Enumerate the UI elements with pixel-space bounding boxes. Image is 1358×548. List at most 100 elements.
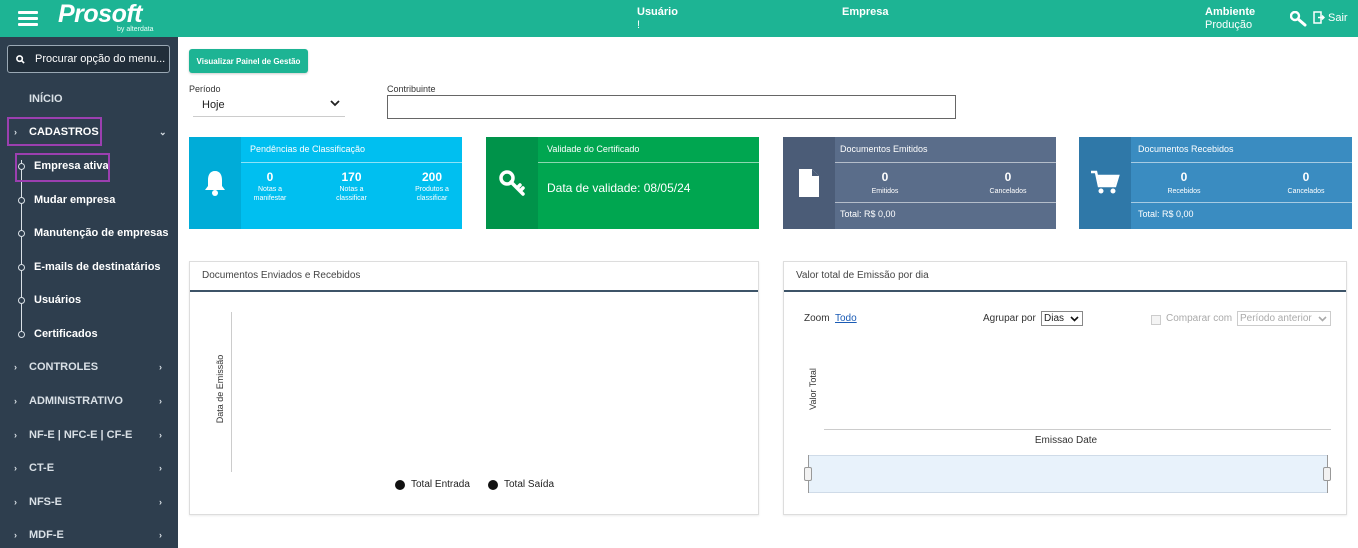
sidebar-subitem-label: Usuários (34, 294, 82, 306)
card-received-documents[interactable]: Documentos Recebidos 0 Recebidos 0 Cance… (1079, 137, 1352, 229)
chevron-right-icon: › (14, 530, 17, 540)
card-divider (1131, 162, 1352, 163)
sidebar-item-mdfe[interactable]: › MDF-E › (0, 525, 178, 545)
sidebar-subitem-label: E-mails de destinatários (34, 261, 161, 273)
compare-period-select[interactable]: Período anterior (1237, 311, 1331, 326)
legend-total-entrada[interactable]: Total Entrada (395, 479, 470, 490)
card-title: Validade do Certificado (547, 144, 640, 154)
group-by-value: Dias (1044, 313, 1065, 324)
cancelled-caption: Cancelados (989, 188, 1027, 195)
sidebar-item-nfse[interactable]: › NFS-E › (0, 492, 178, 512)
card-divider (538, 162, 759, 163)
sidebar: Procurar opção do menu... INÍCIO › CADAS… (0, 37, 178, 548)
group-by-select[interactable]: Dias (1041, 311, 1083, 326)
card-divider (835, 162, 1056, 163)
key-icon (499, 170, 525, 196)
issued-count: 0 (881, 170, 889, 184)
received-caption: Recebidos (1167, 188, 1201, 195)
legend-marker-icon (488, 479, 498, 490)
bullet-icon (18, 330, 25, 338)
card-divider (241, 162, 462, 163)
sidebar-item-inicio[interactable]: INÍCIO (0, 89, 178, 109)
zoom-label: Zoom (804, 313, 830, 324)
sidebar-item-label: INÍCIO (29, 93, 63, 105)
chevron-right-icon: › (159, 497, 162, 507)
sidebar-subitem-emails[interactable]: E-mails de destinatários (0, 257, 178, 277)
hamburger-menu-icon[interactable] (18, 11, 38, 26)
company-label: Empresa (842, 6, 889, 18)
daily-emission-chart-panel: Valor total de Emissão por dia Zoom Todo… (783, 261, 1347, 515)
logo-subtitle: by alterdata (117, 26, 154, 33)
sidebar-subitem-certificados[interactable]: Certificados (0, 324, 178, 344)
bullet-icon (18, 229, 25, 237)
top-bar: Prosoft by alterdata Usuário ! Empresa A… (0, 0, 1358, 37)
card-certificate-validity[interactable]: Validade do Certificado Data de validade… (486, 137, 759, 229)
notes-to-classify-count: 170 (341, 170, 362, 184)
view-dashboard-button[interactable]: Visualizar Painel de Gestão (189, 49, 308, 73)
bell-icon (205, 171, 225, 196)
logout-button[interactable]: Sair (1313, 11, 1348, 24)
chevron-right-icon: › (159, 530, 162, 540)
sidebar-subitem-label: Manutenção de empresas (34, 227, 169, 239)
prosoft-logo: Prosoft (58, 0, 143, 28)
card-title: Documentos Emitidos (840, 144, 928, 154)
chart-x-axis (824, 429, 1331, 430)
chevron-right-icon: › (14, 396, 17, 406)
zoom-all-link[interactable]: Todo (835, 313, 857, 324)
compare-checkbox[interactable] (1151, 315, 1161, 325)
received-count: 0 (1180, 170, 1188, 184)
card-issued-documents[interactable]: Documentos Emitidos 0 Emitidos 0 Cancela… (783, 137, 1056, 229)
cancelled-count: 0 (1302, 170, 1310, 184)
panel-title-underline (190, 290, 758, 292)
sidebar-subitem-usuarios[interactable]: Usuários (0, 290, 178, 310)
compare-period-value: Período anterior (1240, 313, 1312, 324)
issued-total: Total: R$ 0,00 (840, 209, 896, 219)
card-pending-classification[interactable]: Pendências de Classificação 0 Notas a ma… (189, 137, 462, 229)
legend-label: Total Saída (504, 479, 555, 490)
card-title: Pendências de Classificação (250, 144, 366, 154)
period-select[interactable]: Hoje (193, 95, 345, 117)
menu-search-placeholder: Procurar opção do menu... (35, 53, 166, 65)
chevron-right-icon: › (159, 430, 162, 440)
group-by-label: Agrupar por (983, 313, 1036, 324)
chart-y-axis (231, 312, 232, 472)
highlight-box-cadastros (7, 117, 102, 146)
chart-x-label: Emissao Date (1034, 435, 1098, 446)
sidebar-item-label: NF-E | NFC-E | CF-E (29, 429, 133, 441)
navigator-range[interactable] (808, 455, 1328, 493)
sidebar-item-administrativo[interactable]: › ADMINISTRATIVO › (0, 391, 178, 411)
sidebar-item-controles[interactable]: › CONTROLES › (0, 357, 178, 377)
sidebar-item-label: ADMINISTRATIVO (29, 395, 123, 407)
contributor-label: Contribuinte (387, 84, 436, 94)
navigator-right-handle[interactable] (1323, 467, 1331, 481)
navigator-left-handle[interactable] (804, 467, 812, 481)
legend-total-saida[interactable]: Total Saída (488, 479, 554, 490)
legend-label: Total Entrada (411, 479, 470, 490)
cart-icon (1091, 170, 1120, 194)
card-divider (835, 202, 1056, 203)
chevron-right-icon: › (14, 362, 17, 372)
sidebar-subitem-manutencao[interactable]: Manutenção de empresas (0, 223, 178, 243)
notes-to-classify-caption: Notas a classificar (336, 186, 367, 202)
document-icon-area (783, 137, 835, 229)
sidebar-item-nfe[interactable]: › NF-E | NFC-E | CF-E › (0, 425, 178, 445)
environment-value: Produção (1205, 19, 1253, 31)
sidebar-item-label: MDF-E (29, 529, 64, 541)
contributor-input[interactable] (387, 95, 956, 119)
chart-y-label: Valor Total (808, 368, 818, 410)
bullet-icon (18, 196, 25, 204)
menu-search-input[interactable]: Procurar opção do menu... (7, 45, 170, 73)
period-value: Hoje (202, 99, 225, 111)
user-label: Usuário (637, 6, 678, 18)
panel-title-underline (784, 290, 1346, 292)
bell-icon-area (189, 137, 241, 229)
received-total: Total: R$ 0,00 (1138, 209, 1194, 219)
issued-caption: Emitidos (871, 188, 899, 195)
wrench-icon[interactable] (1290, 11, 1308, 27)
document-icon (799, 169, 819, 197)
sidebar-subitem-label: Mudar empresa (34, 194, 116, 206)
notes-to-manifest-count: 0 (266, 170, 274, 184)
sidebar-subitem-mudar-empresa[interactable]: Mudar empresa (0, 190, 178, 210)
sidebar-item-cte[interactable]: › CT-E › (0, 458, 178, 478)
search-icon (16, 54, 25, 64)
